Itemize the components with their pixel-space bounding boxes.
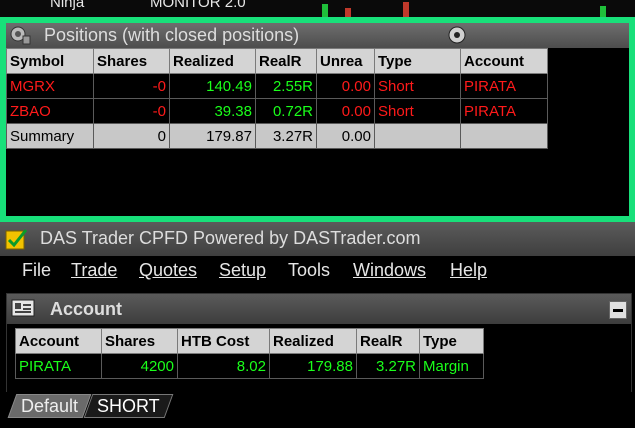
account-titlebar[interactable]: Account — [7, 294, 631, 324]
strip-right-text: MONITOR 2.0 — [150, 0, 246, 11]
minimize-button[interactable] — [609, 301, 627, 319]
candle-icon — [403, 2, 409, 18]
cell-shares: 4200 — [101, 353, 178, 379]
summary-realized: 179.87 — [169, 123, 256, 149]
menu-file[interactable]: File — [22, 260, 51, 281]
cell-realized: 179.88 — [269, 353, 357, 379]
column-header-account[interactable]: Account — [15, 328, 102, 354]
das-titlebar[interactable]: DAS Trader CPFD Powered by DASTrader.com — [0, 222, 635, 256]
cell-realized: 140.49 — [169, 73, 256, 99]
column-header-unrealized[interactable]: Unrea — [316, 48, 375, 74]
column-header-realized[interactable]: Realized — [169, 48, 256, 74]
das-app-icon — [5, 229, 27, 250]
positions-table: Symbol Shares Realized RealR Unrea Type … — [6, 48, 548, 149]
positions-window: Positions (with closed positions) Symbol… — [0, 17, 635, 222]
cell-realized: 39.38 — [169, 98, 256, 124]
column-header-type[interactable]: Type — [419, 328, 484, 354]
summary-type — [374, 123, 461, 149]
account-header-row: Account Shares HTB Cost Realized RealR T… — [15, 328, 484, 354]
cell-realr: 2.55R — [255, 73, 317, 99]
tab-default-label: Default — [21, 396, 79, 416]
column-header-realized[interactable]: Realized — [269, 328, 357, 354]
cell-realr: 0.72R — [255, 98, 317, 124]
column-header-htb-cost[interactable]: HTB Cost — [177, 328, 270, 354]
cell-shares: -0 — [93, 73, 170, 99]
positions-title: Positions (with closed positions) — [44, 25, 300, 45]
strip-left-text: Ninja — [50, 0, 85, 11]
tab-short-label: SHORT — [97, 396, 160, 416]
cell-type: Short — [374, 98, 461, 124]
column-header-shares[interactable]: Shares — [93, 48, 170, 74]
table-row[interactable]: MGRX -0 140.49 2.55R 0.00 Short PIRATA — [6, 73, 548, 99]
tab-bar: Default SHORT — [0, 392, 635, 420]
account-table: Account Shares HTB Cost Realized RealR T… — [15, 328, 484, 379]
table-row[interactable]: ZBAO -0 39.38 0.72R 0.00 Short PIRATA — [6, 98, 548, 124]
menu-windows[interactable]: Windows — [353, 260, 426, 281]
cell-account: PIRATA — [460, 98, 548, 124]
cell-account: PIRATA — [460, 73, 548, 99]
positions-header-row: Symbol Shares Realized RealR Unrea Type … — [6, 48, 548, 74]
column-header-realr[interactable]: RealR — [356, 328, 420, 354]
account-card-icon — [11, 299, 35, 317]
table-row[interactable]: PIRATA 4200 8.02 179.88 3.27R Margin — [15, 353, 484, 379]
summary-row: Summary 0 179.87 3.27R 0.00 — [6, 123, 548, 149]
column-header-type[interactable]: Type — [374, 48, 461, 74]
menu-bar: File Trade Quotes Setup Tools Windows He… — [0, 256, 635, 286]
cell-realr: 3.27R — [356, 353, 420, 379]
tab-default[interactable]: Default — [7, 394, 92, 418]
cell-unrealized: 0.00 — [316, 73, 375, 99]
column-header-realr[interactable]: RealR — [255, 48, 317, 74]
account-panel: Account Account Shares HTB Cost Realized… — [6, 293, 632, 408]
menu-help[interactable]: Help — [450, 260, 487, 281]
das-trader-window: DAS Trader CPFD Powered by DASTrader.com… — [0, 222, 635, 428]
tab-short[interactable]: SHORT — [83, 394, 174, 418]
summary-account — [460, 123, 548, 149]
column-header-account[interactable]: Account — [460, 48, 548, 74]
cell-unrealized: 0.00 — [316, 98, 375, 124]
summary-unrealized: 0.00 — [316, 123, 375, 149]
menu-quotes[interactable]: Quotes — [139, 260, 197, 281]
menu-tools[interactable]: Tools — [288, 260, 330, 281]
cell-account: PIRATA — [15, 353, 102, 379]
column-header-shares[interactable]: Shares — [101, 328, 178, 354]
cell-type: Margin — [419, 353, 484, 379]
column-header-symbol[interactable]: Symbol — [6, 48, 94, 74]
account-title: Account — [50, 299, 122, 319]
positions-titlebar[interactable]: Positions (with closed positions) — [6, 23, 629, 48]
settings-icon[interactable] — [447, 25, 467, 45]
summary-shares: 0 — [93, 123, 170, 149]
positions-app-icon — [10, 26, 31, 45]
menu-trade[interactable]: Trade — [71, 260, 117, 281]
cell-symbol: MGRX — [6, 73, 94, 99]
cell-symbol: ZBAO — [6, 98, 94, 124]
candle-icon — [322, 4, 328, 18]
summary-realr: 3.27R — [255, 123, 317, 149]
das-title: DAS Trader CPFD Powered by DASTrader.com — [40, 228, 421, 248]
cell-shares: -0 — [93, 98, 170, 124]
menu-setup[interactable]: Setup — [219, 260, 266, 281]
summary-label: Summary — [6, 123, 94, 149]
cell-type: Short — [374, 73, 461, 99]
cell-htb-cost: 8.02 — [177, 353, 270, 379]
